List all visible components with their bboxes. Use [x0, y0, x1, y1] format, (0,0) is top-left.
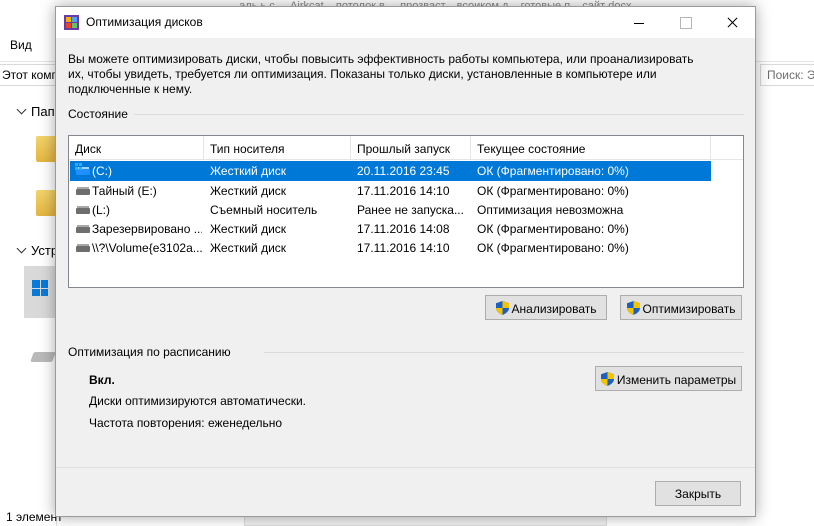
drive-name: Тайный (E:)	[92, 184, 157, 198]
close-window-button[interactable]	[709, 7, 755, 38]
maximize-button[interactable]	[662, 7, 708, 38]
drive-last-run: 17.11.2016 14:10	[357, 184, 450, 198]
schedule-state: Вкл.	[89, 373, 115, 387]
schedule-frequency-text: Частота повторения: еженедельно	[89, 416, 283, 430]
drive-name: (L:)	[92, 203, 110, 217]
drive-last-run: 17.11.2016 14:10	[357, 241, 450, 255]
drive-status: ОК (Фрагментировано: 0%)	[477, 222, 629, 236]
drive-last-run: 20.11.2016 23:45	[357, 164, 450, 178]
drive-last-run: Ранее не запуска...	[357, 203, 464, 217]
drive-row[interactable]: \\?\Volume{e3102a... Жесткий диск 17.11.…	[70, 238, 711, 258]
drive-row[interactable]: (L:) Съемный носитель Ранее не запуска..…	[70, 200, 711, 220]
title-bar[interactable]: Оптимизация дисков	[56, 7, 755, 38]
optimize-button-label: Оптимизировать	[642, 302, 736, 316]
dialog-description: Вы можете оптимизировать диски, чтобы по…	[68, 52, 694, 96]
optimize-drives-dialog: Оптимизация дисков Вы можете оптимизиров…	[55, 6, 756, 517]
group-divider	[264, 352, 744, 353]
status-group-label: Состояние	[68, 107, 128, 121]
search-input[interactable]: Поиск: Этот компьютер	[760, 64, 814, 86]
drive-name: \\?\Volume{e3102a...	[92, 241, 202, 255]
column-header-status[interactable]: Текущее состояние	[471, 136, 711, 160]
column-header-drive[interactable]: Диск	[69, 136, 204, 160]
address-bar[interactable]: Этот компьютер	[0, 64, 60, 86]
drive-name: Зарезервировано ...	[92, 222, 202, 236]
uac-shield-icon	[626, 301, 640, 315]
drives-list[interactable]: Диск Тип носителя Прошлый запуск Текущее…	[68, 135, 744, 288]
uac-shield-icon	[600, 372, 614, 386]
removable-drive-icon	[76, 206, 90, 214]
analyze-button-label: Анализировать	[511, 302, 597, 316]
column-header-last-run[interactable]: Прошлый запуск	[351, 136, 471, 160]
drive-media-type: Жесткий диск	[210, 241, 287, 255]
drive-status: Оптимизация невозможна	[477, 203, 624, 217]
change-settings-button[interactable]: Изменить параметры	[595, 366, 742, 391]
drive-row[interactable]: (C:) Жесткий диск 20.11.2016 23:45 ОК (Ф…	[70, 161, 711, 181]
analyze-button[interactable]: Анализировать	[485, 295, 607, 320]
optimize-button[interactable]: Оптимизировать	[620, 295, 742, 320]
drive-status: ОК (Фрагментировано: 0%)	[477, 184, 629, 198]
drive-last-run: 17.11.2016 14:08	[357, 222, 450, 236]
drive-icon	[30, 352, 56, 362]
view-tab[interactable]: Вид	[10, 38, 32, 52]
schedule-auto-text: Диски оптимизируются автоматически.	[89, 394, 307, 408]
hard-drive-icon	[76, 225, 90, 233]
dialog-footer: Закрыть	[56, 467, 755, 516]
drive-status: ОК (Фрагментировано: 0%)	[477, 241, 629, 255]
drive-media-type: Съемный носитель	[210, 203, 318, 217]
drive-name: (C:)	[92, 164, 112, 178]
group-divider	[134, 114, 744, 115]
folder-icon	[36, 136, 56, 162]
details-pane	[244, 516, 607, 526]
drive-media-type: Жесткий диск	[210, 222, 287, 236]
schedule-group-label: Оптимизация по расписанию	[68, 345, 231, 359]
list-header: Диск Тип носителя Прошлый запуск Текущее…	[69, 136, 743, 160]
folder-icon	[36, 190, 56, 216]
chevron-down-icon	[16, 104, 27, 115]
system-drive-icon	[75, 163, 90, 175]
change-settings-button-label: Изменить параметры	[616, 373, 737, 387]
drive-media-type: Жесткий диск	[210, 164, 287, 178]
defrag-app-icon	[64, 15, 79, 30]
hard-drive-icon	[76, 187, 90, 195]
dialog-title: Оптимизация дисков	[86, 15, 203, 29]
drive-row[interactable]: Тайный (E:) Жесткий диск 17.11.2016 14:1…	[70, 181, 711, 201]
drive-media-type: Жесткий диск	[210, 184, 287, 198]
minimize-button[interactable]	[616, 7, 662, 38]
column-header-media[interactable]: Тип носителя	[204, 136, 351, 160]
chevron-down-icon	[16, 243, 27, 254]
drive-row[interactable]: Зарезервировано ... Жесткий диск 17.11.2…	[70, 219, 711, 239]
drive-status: ОК (Фрагментировано: 0%)	[477, 164, 629, 178]
windows-logo-icon	[32, 280, 48, 296]
close-button[interactable]: Закрыть	[655, 481, 741, 506]
uac-shield-icon	[495, 301, 509, 315]
hard-drive-icon	[76, 244, 90, 252]
